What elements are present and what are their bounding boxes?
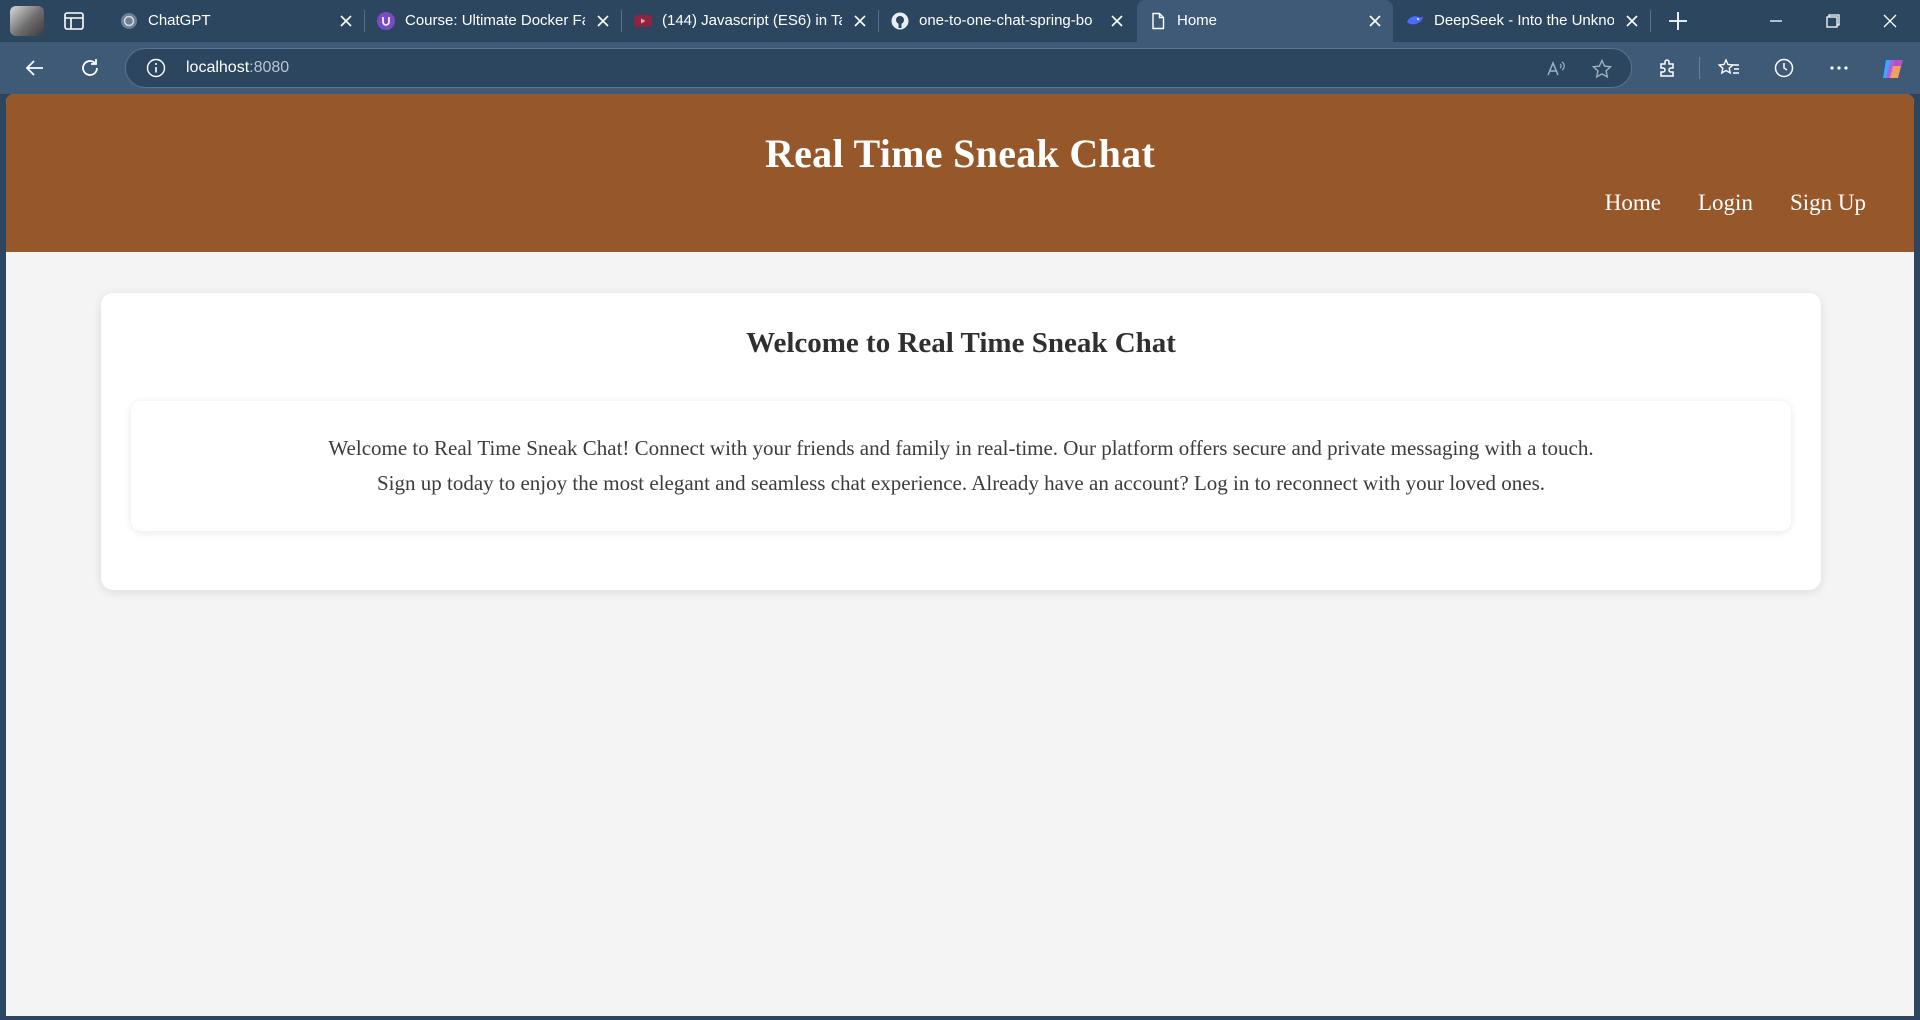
close-icon[interactable]: [338, 13, 354, 29]
site-header: Real Time Sneak Chat Home Login Sign Up: [6, 94, 1914, 252]
tab-course[interactable]: Course: Ultimate Docker Fa: [365, 0, 622, 42]
course-icon: [377, 12, 395, 30]
welcome-line-2: Sign up today to enjoy the most elegant …: [376, 471, 1546, 495]
more-options-icon[interactable]: [1827, 56, 1851, 80]
toolbar-divider: [1699, 57, 1700, 79]
site-title: Real Time Sneak Chat: [764, 131, 1156, 176]
close-icon[interactable]: [1109, 13, 1125, 29]
read-aloud-icon[interactable]: [1545, 58, 1567, 80]
tab-youtube[interactable]: (144) Javascript (ES6) in Tam: [622, 0, 879, 42]
tab-title: ChatGPT: [148, 12, 211, 29]
site-info-icon[interactable]: [146, 58, 166, 78]
extensions-icon[interactable]: [1656, 56, 1680, 80]
site-nav: Home Login Sign Up: [1605, 190, 1866, 216]
youtube-icon: [634, 12, 652, 30]
nav-login-link[interactable]: Login: [1698, 190, 1753, 216]
close-icon[interactable]: [595, 13, 611, 29]
history-icon[interactable]: [1772, 56, 1796, 80]
tab-title: (144) Javascript (ES6) in Tam: [662, 12, 842, 29]
tab-actions-icon[interactable]: [62, 11, 86, 31]
welcome-line-1: Welcome to Real Time Sneak Chat! Connect…: [328, 436, 1594, 460]
tab-chatgpt[interactable]: ChatGPT: [108, 0, 365, 42]
favorites-icon[interactable]: [1717, 56, 1741, 80]
tab-title: DeepSeek - Into the Unkno: [1434, 12, 1614, 29]
deepseek-icon: [1406, 12, 1424, 30]
nav-signup-link[interactable]: Sign Up: [1790, 190, 1866, 216]
copilot-icon[interactable]: [1880, 56, 1904, 80]
welcome-card: Welcome to Real Time Sneak Chat Welcome …: [101, 293, 1821, 590]
close-icon[interactable]: [1624, 13, 1640, 29]
profile-avatar[interactable]: [10, 6, 44, 36]
welcome-message-box: Welcome to Real Time Sneak Chat! Connect…: [131, 401, 1791, 531]
welcome-message: Welcome to Real Time Sneak Chat! Connect…: [131, 431, 1791, 501]
refresh-icon[interactable]: [78, 56, 102, 80]
back-icon[interactable]: [23, 56, 47, 80]
new-tab-icon[interactable]: [1666, 9, 1690, 33]
tab-github[interactable]: one-to-one-chat-spring-bo: [879, 0, 1135, 42]
close-icon[interactable]: [1367, 13, 1383, 29]
url-port: :8080: [249, 59, 290, 76]
address-bar[interactable]: localhost:8080: [125, 48, 1632, 88]
page-viewport: Real Time Sneak Chat Home Login Sign Up …: [6, 94, 1914, 1016]
close-icon[interactable]: [852, 13, 868, 29]
tab-divider: [1650, 10, 1651, 32]
chatgpt-icon: [120, 12, 138, 30]
close-window-icon[interactable]: [1877, 8, 1903, 34]
tab-title: Course: Ultimate Docker Fa: [405, 12, 585, 29]
tab-strip: ChatGPT Course: Ultimate Docker Fa (144)…: [0, 0, 1920, 42]
nav-home-link[interactable]: Home: [1605, 190, 1661, 216]
url-host: localhost: [186, 59, 250, 76]
tab-title: one-to-one-chat-spring-bo: [919, 12, 1093, 29]
tab-title: Home: [1177, 12, 1218, 29]
welcome-heading: Welcome to Real Time Sneak Chat: [746, 327, 1176, 359]
minimize-icon[interactable]: [1763, 8, 1789, 34]
page-icon: [1149, 12, 1167, 30]
url-text: localhost:8080: [186, 59, 289, 77]
github-icon: [891, 12, 909, 30]
tab-home[interactable]: Home: [1137, 0, 1393, 42]
restore-icon[interactable]: [1820, 8, 1846, 34]
tab-deepseek[interactable]: DeepSeek - Into the Unkno: [1394, 0, 1651, 42]
favorite-star-icon[interactable]: [1591, 58, 1613, 80]
browser-toolbar: localhost:8080: [0, 42, 1920, 94]
